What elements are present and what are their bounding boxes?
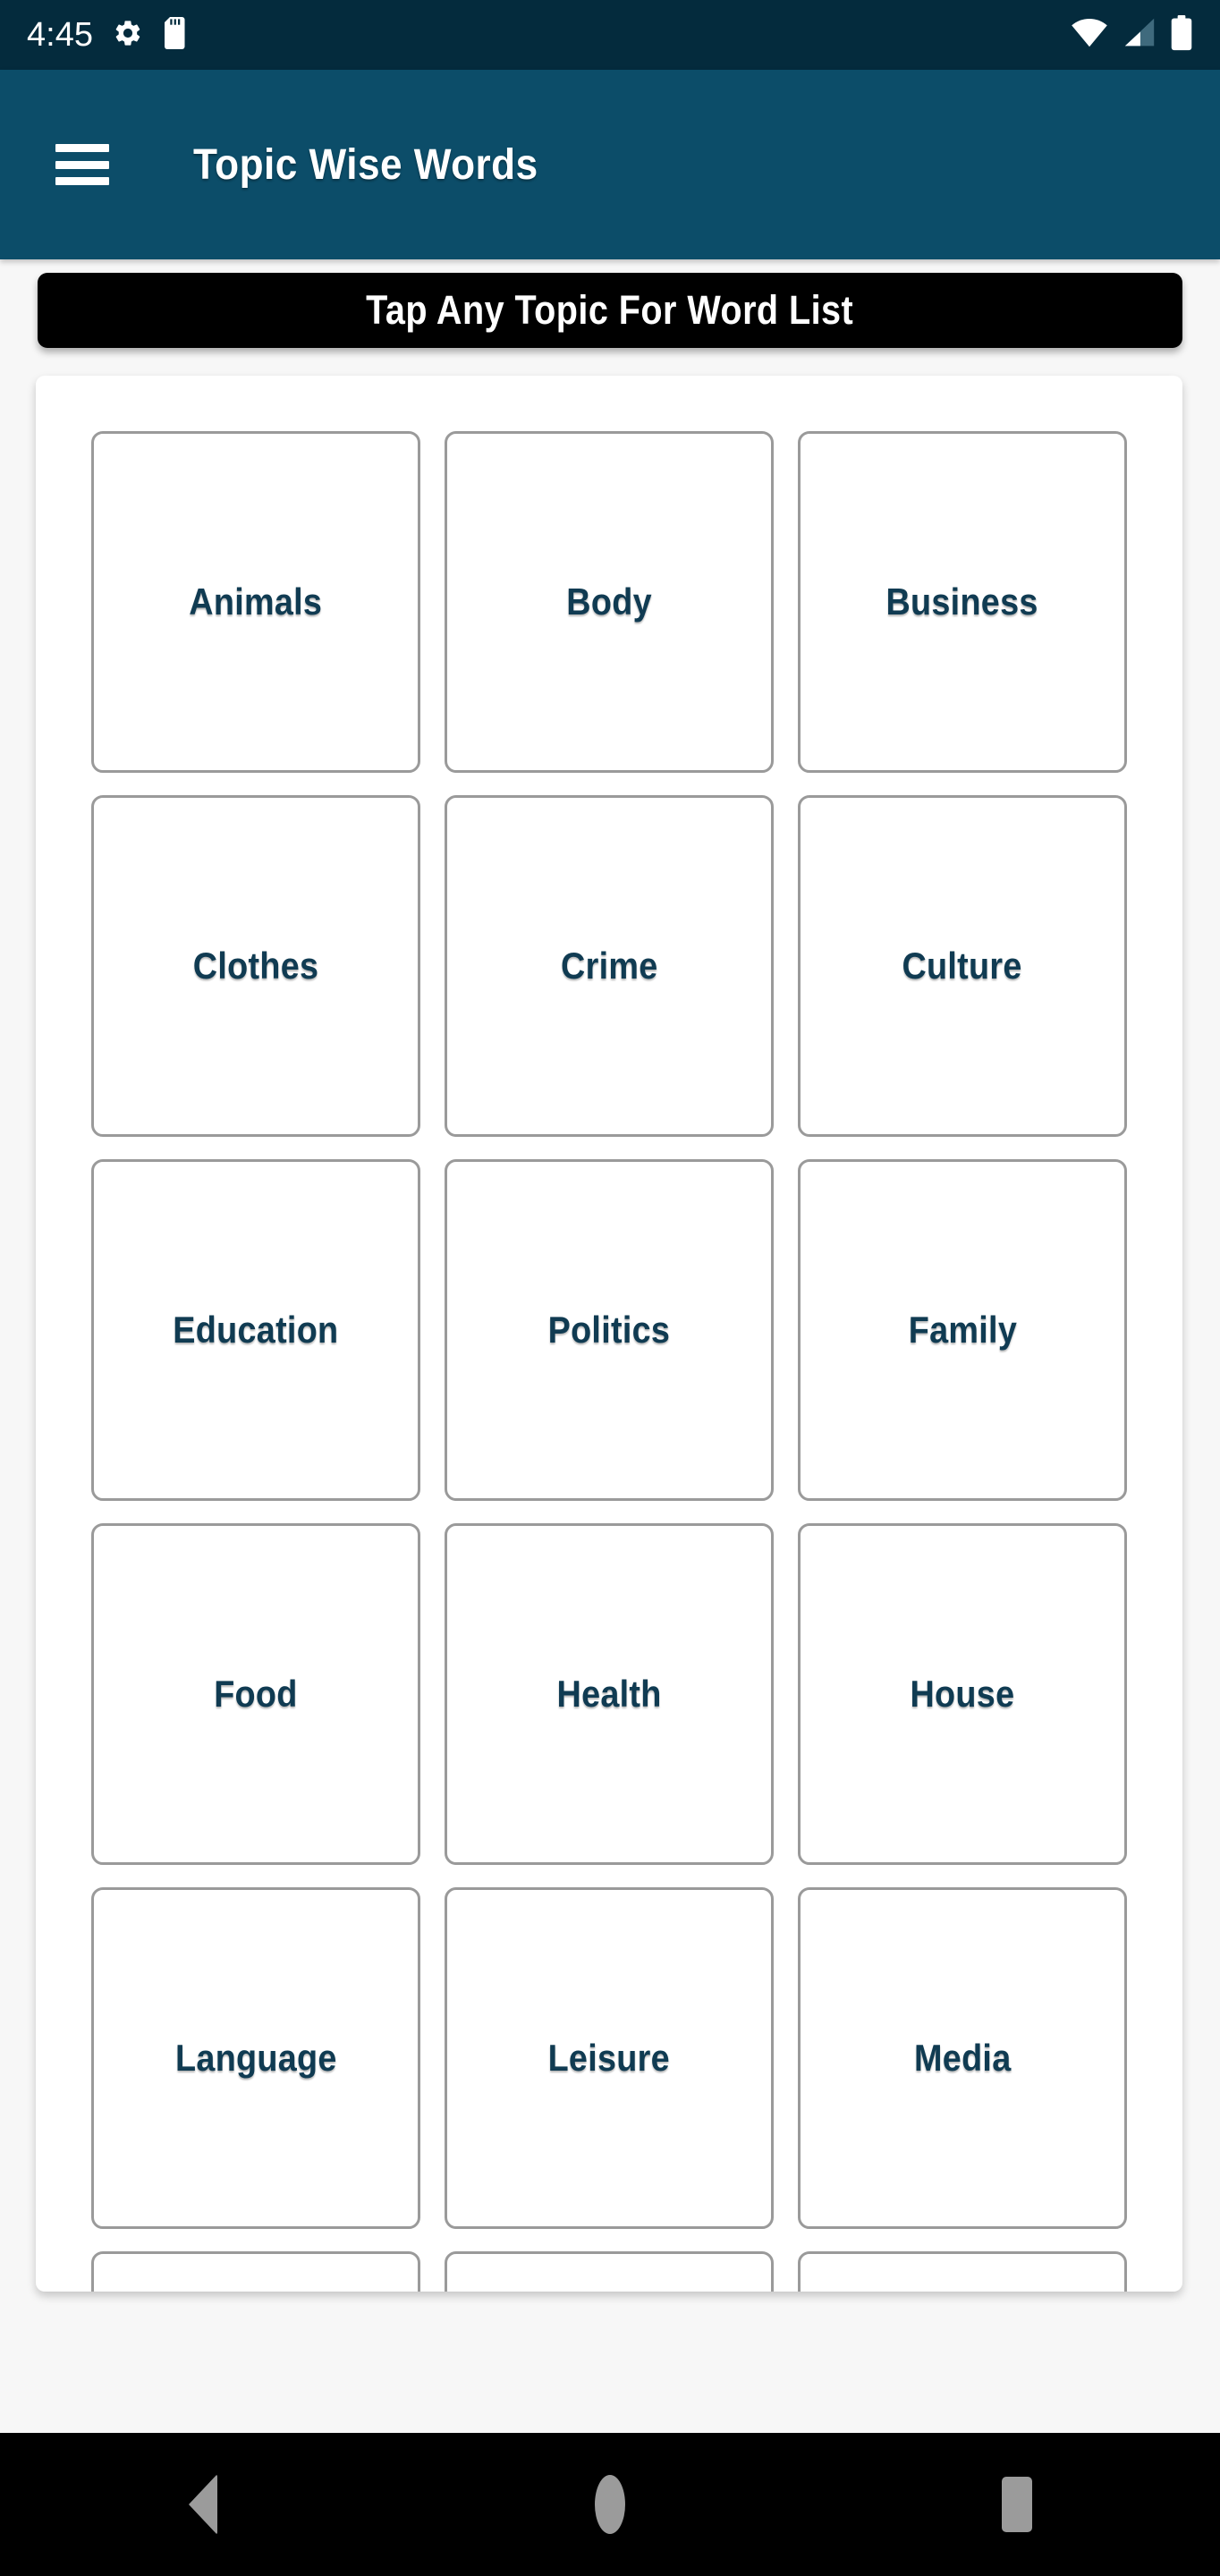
topic-card-label: House — [910, 1673, 1015, 1715]
back-triangle-icon — [189, 2474, 218, 2535]
screen-root: 4:45 Topic Wise Words Tap Any Topic For … — [0, 0, 1220, 2576]
topic-card-label: Crime — [560, 945, 658, 987]
topic-card-label: Culture — [902, 945, 1023, 987]
topic-card[interactable]: Animals — [91, 431, 420, 773]
topic-card[interactable]: Crime — [445, 795, 774, 1137]
topic-card[interactable] — [91, 2251, 420, 2292]
hamburger-bar-3 — [55, 177, 109, 185]
nav-home-button[interactable] — [556, 2451, 664, 2558]
status-bar-right — [1070, 14, 1193, 55]
topic-card-label: Health — [556, 1673, 662, 1715]
topic-card[interactable]: Culture — [798, 795, 1127, 1137]
android-navigation-bar — [0, 2433, 1220, 2576]
topic-card[interactable]: Business — [798, 431, 1127, 773]
hamburger-menu-icon[interactable] — [55, 144, 109, 185]
topic-card[interactable]: Language — [91, 1887, 420, 2229]
topic-card[interactable] — [445, 2251, 774, 2292]
status-bar: 4:45 — [0, 0, 1220, 70]
cellular-signal-icon — [1122, 17, 1157, 54]
topic-card-label: Animals — [189, 580, 323, 623]
topic-card-label: Media — [913, 2037, 1012, 2079]
battery-icon — [1170, 14, 1193, 55]
instruction-banner-text: Tap Any Topic For Word List — [366, 287, 854, 333]
hamburger-bar-1 — [55, 144, 109, 152]
topic-card-label: Clothes — [192, 945, 319, 987]
instruction-banner: Tap Any Topic For Word List — [38, 273, 1182, 348]
nav-back-button[interactable] — [149, 2451, 257, 2558]
recents-square-icon — [1001, 2477, 1032, 2532]
topic-card[interactable]: House — [798, 1523, 1127, 1865]
nav-recents-button[interactable] — [963, 2451, 1071, 2558]
hamburger-bar-2 — [55, 160, 109, 169]
topic-card[interactable]: Health — [445, 1523, 774, 1865]
topic-card[interactable]: Food — [91, 1523, 420, 1865]
topic-card[interactable]: Education — [91, 1159, 420, 1501]
topic-card-label: Politics — [547, 1309, 671, 1351]
home-circle-icon — [594, 2475, 625, 2534]
topic-card-label: Language — [174, 2037, 337, 2079]
topic-card[interactable]: Media — [798, 1887, 1127, 2229]
gear-icon — [113, 18, 143, 53]
topic-card-label: Food — [214, 1673, 298, 1715]
topic-card-label: Family — [908, 1309, 1017, 1351]
topic-card-label: Education — [173, 1309, 339, 1351]
topic-card-label: Business — [885, 580, 1039, 623]
topic-grid-panel: Animals Body Business Clothes Crime Culture Ed… — [36, 376, 1182, 2292]
topic-card[interactable]: Family — [798, 1159, 1127, 1501]
app-bar: Topic Wise Words — [0, 70, 1220, 259]
wifi-icon — [1070, 17, 1109, 54]
topic-card-label: Leisure — [547, 2037, 671, 2079]
page-title: Topic Wise Words — [193, 140, 538, 189]
topic-card[interactable] — [798, 2251, 1127, 2292]
status-bar-left: 4:45 — [27, 16, 1070, 55]
topic-card[interactable]: Clothes — [91, 795, 420, 1137]
status-bar-clock: 4:45 — [27, 15, 93, 54]
topic-card[interactable]: Politics — [445, 1159, 774, 1501]
topic-card-label: Body — [566, 580, 652, 623]
topic-card[interactable]: Leisure — [445, 1887, 774, 2229]
topic-card[interactable]: Body — [445, 431, 774, 773]
topic-grid: Animals Body Business Clothes Crime Culture Ed… — [91, 431, 1127, 2292]
sd-card-icon — [163, 16, 188, 54]
